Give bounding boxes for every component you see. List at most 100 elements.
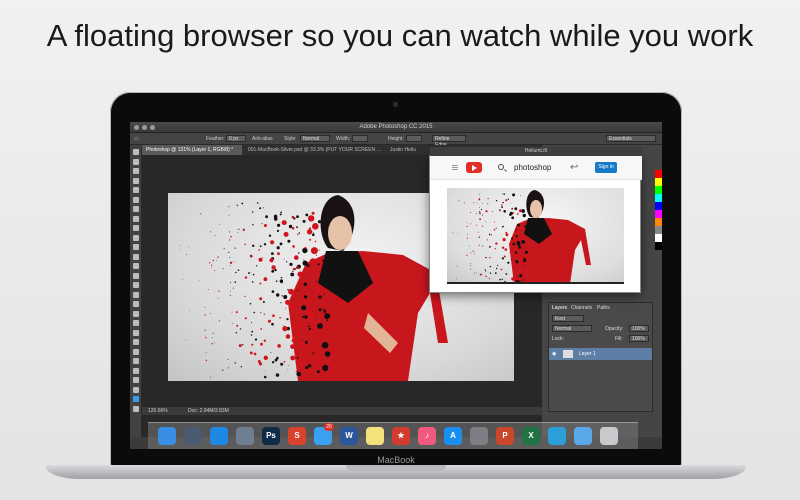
folder-dock-icon[interactable] — [574, 427, 592, 445]
zoom-level[interactable]: 120.66% — [148, 407, 168, 415]
blend-mode-select[interactable]: Normal — [552, 325, 592, 332]
sparrow-dock-icon[interactable]: S — [288, 427, 306, 445]
network-dock-icon[interactable] — [548, 427, 566, 445]
photoshop-dock-icon[interactable]: Ps — [262, 427, 280, 445]
tool-icon[interactable] — [133, 282, 139, 288]
color-swatch[interactable] — [655, 242, 662, 250]
tool-icon[interactable] — [133, 263, 139, 269]
tool-icon[interactable] — [133, 215, 139, 222]
opacity-input[interactable]: 100% — [629, 325, 649, 332]
video-player[interactable] — [447, 188, 624, 284]
tool-icon[interactable] — [133, 234, 139, 241]
layer-name[interactable]: Layer 1 — [579, 348, 596, 360]
layer-row[interactable]: ◉ Layer 1 — [549, 348, 652, 360]
color-swatch[interactable] — [655, 186, 662, 194]
tool-icon[interactable] — [133, 377, 139, 383]
youtube-logo-icon[interactable] — [466, 162, 482, 173]
eye-icon[interactable]: ◉ — [552, 348, 556, 360]
tool-icon[interactable] — [133, 348, 139, 355]
tool-icon[interactable] — [133, 272, 139, 279]
tools-panel — [130, 145, 142, 437]
tool-icon[interactable] — [133, 386, 139, 393]
word-dock-icon[interactable]: W — [340, 427, 358, 445]
music-dock-icon[interactable]: ♪ — [418, 427, 436, 445]
style-label: Style: — [284, 136, 297, 142]
tool-icon[interactable] — [133, 149, 139, 155]
dock: Ps S W ★ ♪ A P X 20 — [148, 422, 638, 449]
sign-in-button[interactable]: Sign in — [595, 162, 617, 173]
camera — [393, 102, 398, 107]
tool-icon[interactable] — [133, 301, 139, 307]
tool-icon[interactable] — [133, 329, 139, 336]
lock-label: Lock: — [552, 336, 564, 342]
tab-third-doc[interactable]: Justin Heliu — [386, 145, 426, 155]
excel-dock-icon[interactable]: X — [522, 427, 540, 445]
options-bar: ▭ Feather: 0 px Anti-alias Style: Normal… — [130, 133, 662, 148]
color-swatch[interactable] — [655, 194, 662, 202]
tool-icon[interactable] — [133, 168, 139, 174]
search-icon[interactable] — [498, 164, 504, 170]
tool-icon[interactable] — [133, 310, 139, 317]
launchpad-dock-icon[interactable] — [184, 427, 202, 445]
back-icon[interactable]: ↩ — [570, 162, 578, 173]
height-label: Height: — [388, 136, 404, 142]
tool-icon[interactable] — [133, 367, 139, 374]
video-frame — [452, 190, 591, 282]
tool-icon[interactable] — [133, 291, 139, 298]
notes-dock-icon[interactable] — [366, 427, 384, 445]
tool-icon[interactable] — [133, 358, 139, 364]
foreground-color-swatch[interactable] — [133, 396, 139, 402]
wunderlist-dock-icon[interactable]: ★ — [392, 427, 410, 445]
menu-icon[interactable] — [452, 165, 458, 170]
app-store-dock-icon[interactable]: A — [444, 427, 462, 445]
messages-badge: 20 — [324, 423, 334, 431]
tool-icon[interactable] — [133, 320, 139, 326]
tool-icon[interactable] — [133, 225, 139, 231]
tab-channels[interactable]: Channels — [571, 305, 592, 311]
tab-macbook-doc[interactable]: 001-MacBook-Silver.psd @ 33.3% (PUT YOUR… — [244, 145, 384, 155]
color-swatch[interactable] — [655, 226, 662, 234]
trash-dock-icon[interactable] — [600, 427, 618, 445]
tool-icon[interactable] — [133, 339, 139, 345]
feather-input[interactable]: 0 px — [226, 135, 246, 142]
width-input[interactable] — [352, 135, 368, 142]
color-swatch[interactable] — [655, 210, 662, 218]
tool-icon[interactable] — [133, 253, 139, 260]
color-swatch[interactable] — [655, 170, 662, 178]
powerpoint-dock-icon[interactable]: P — [496, 427, 514, 445]
tool-icon[interactable] — [133, 206, 139, 212]
tool-icon[interactable] — [133, 244, 139, 250]
tool-icon[interactable] — [133, 196, 139, 203]
workspace-select[interactable]: Essentials — [606, 135, 656, 142]
layer-filter-kind[interactable]: Kind — [552, 315, 584, 322]
antialias-checkbox[interactable]: Anti-alias — [252, 136, 273, 142]
fill-input[interactable]: 100% — [629, 335, 649, 342]
safari-dock-icon[interactable] — [210, 427, 228, 445]
layer-thumbnail — [563, 350, 573, 358]
tab-paths[interactable]: Paths — [597, 305, 610, 311]
color-swatch[interactable] — [655, 234, 662, 242]
floating-browser-window[interactable]: HeliumLift photoshop ↩ Sign in — [429, 147, 642, 293]
height-input[interactable] — [406, 135, 422, 142]
tool-icon[interactable] — [133, 187, 139, 193]
style-select[interactable]: Normal — [300, 135, 330, 142]
search-query[interactable]: photoshop — [514, 163, 551, 172]
tab-photoshop-doc[interactable]: Photoshop @ 131% (Layer 1, RGB/8) * — [142, 145, 242, 155]
tool-icon[interactable] — [133, 158, 139, 165]
color-swatch[interactable] — [655, 218, 662, 226]
tool-icon[interactable] — [133, 177, 139, 184]
color-swatch[interactable] — [655, 178, 662, 186]
feather-label: Feather: — [206, 136, 225, 142]
tool-icon[interactable] — [133, 405, 139, 412]
marquee-tool-icon[interactable]: ▭ — [134, 136, 139, 142]
headline: A floating browser so you can watch whil… — [46, 18, 754, 53]
macbook-base — [46, 465, 746, 479]
rocket-dock-icon[interactable] — [236, 427, 254, 445]
tab-layers[interactable]: Layers — [552, 305, 567, 311]
finder-dock-icon[interactable] — [158, 427, 176, 445]
width-label: Width: — [336, 136, 351, 142]
preferences-dock-icon[interactable] — [470, 427, 488, 445]
color-swatch[interactable] — [655, 202, 662, 210]
window-title: Adobe Photoshop CC 2015 — [359, 124, 433, 130]
refine-edge-button[interactable]: Refine Edge... — [432, 135, 466, 148]
